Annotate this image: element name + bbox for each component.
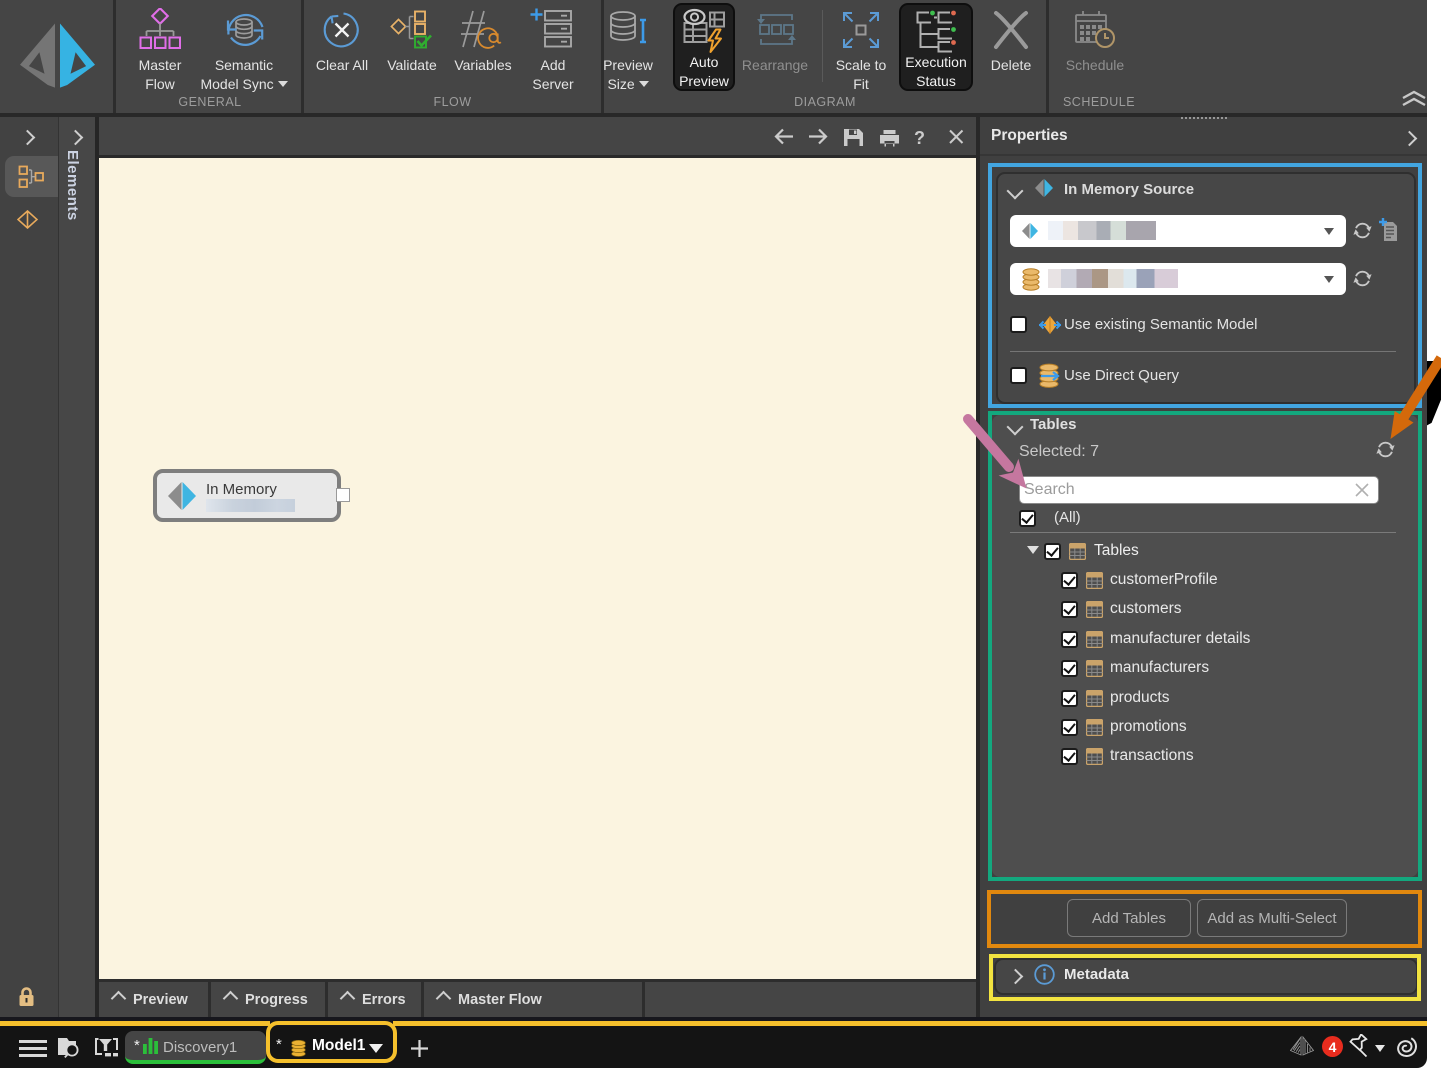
svg-text:?: ?: [914, 128, 925, 147]
